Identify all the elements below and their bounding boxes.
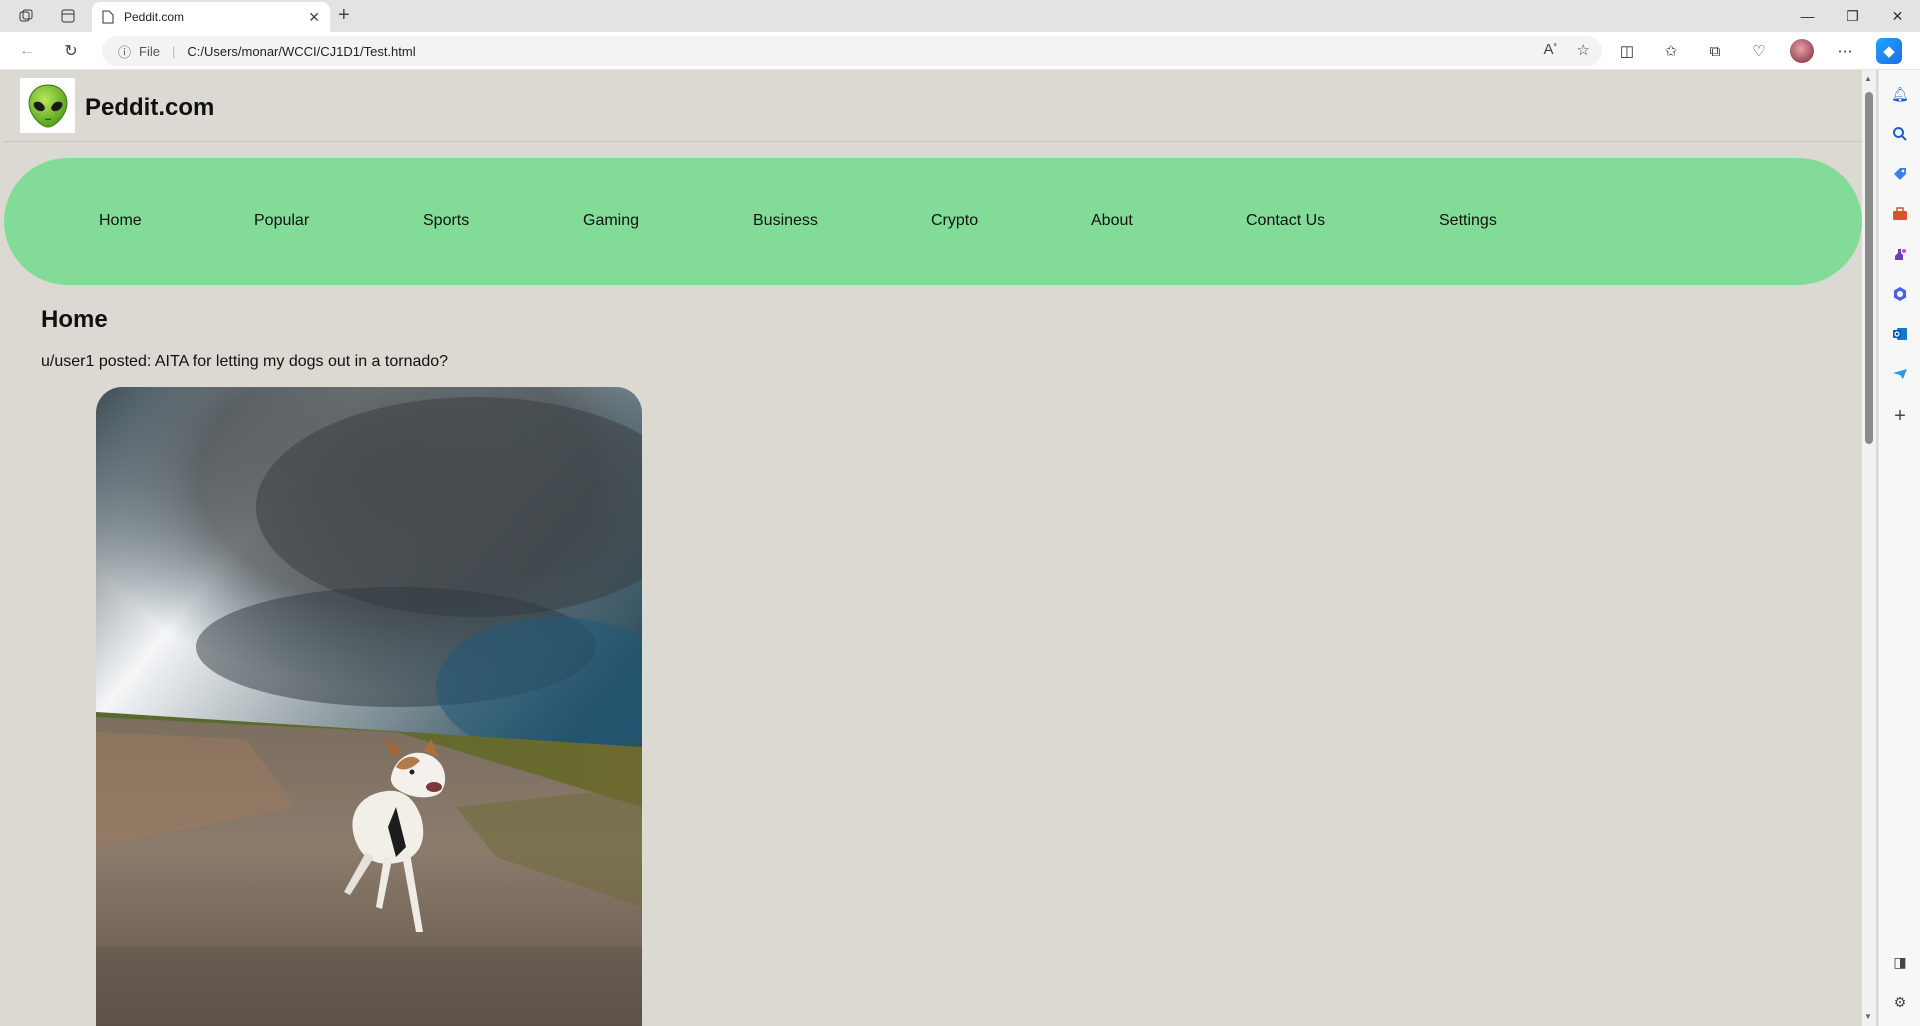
copilot-icon[interactable]: ◆ — [1876, 38, 1902, 64]
split-screen-icon[interactable]: ◫ — [1614, 38, 1640, 64]
info-icon[interactable]: ⓘ — [118, 42, 131, 61]
edge-sidebar: 🔔︎ + ◨ ⚙ — [1878, 70, 1920, 1026]
site-header: Peddit.com — [4, 70, 1862, 142]
page-icon — [102, 10, 114, 24]
menu-item-about[interactable]: About — [1091, 212, 1133, 230]
page-scrollbar[interactable]: ▲ ▼ — [1862, 70, 1876, 1026]
microsoft-365-icon[interactable] — [1888, 282, 1912, 306]
browser-essentials-icon[interactable]: ♡ — [1746, 38, 1772, 64]
scroll-up-icon[interactable]: ▲ — [1864, 74, 1872, 83]
tab-title: Peddit.com — [124, 10, 185, 24]
sidebar-settings-icon[interactable]: ⚙ — [1888, 990, 1912, 1014]
favorites-icon[interactable]: ✩ — [1658, 38, 1684, 64]
search-icon[interactable] — [1888, 122, 1912, 146]
scrollbar-thumb[interactable] — [1865, 92, 1873, 444]
page-heading: Home — [41, 306, 108, 333]
tools-icon[interactable] — [1888, 202, 1912, 226]
tab-peddit[interactable]: Peddit.com ✕ — [92, 2, 330, 32]
menu-item-gaming[interactable]: Gaming — [583, 212, 639, 230]
post-image[interactable] — [96, 387, 642, 1026]
close-tab-icon[interactable]: ✕ — [308, 9, 320, 26]
dog-storm-photo — [96, 387, 642, 1026]
site-title: Peddit.com — [85, 94, 215, 121]
main-menu: Home Popular Sports Gaming Business Cryp… — [4, 158, 1862, 285]
menu-item-business[interactable]: Business — [753, 212, 818, 230]
address-separator: | — [171, 43, 176, 59]
tab-actions-icon[interactable] — [56, 4, 80, 28]
menu-item-popular[interactable]: Popular — [254, 212, 309, 230]
restore-icon[interactable]: ❐ — [1830, 0, 1875, 32]
add-sidebar-app-icon[interactable]: + — [1888, 404, 1912, 428]
menu-item-crypto[interactable]: Crypto — [931, 212, 978, 230]
workspaces-icon[interactable] — [14, 4, 38, 28]
menu-item-sports[interactable]: Sports — [423, 212, 469, 230]
profile-avatar[interactable] — [1790, 39, 1814, 63]
menu-item-home[interactable]: Home — [99, 212, 142, 230]
navigation-bar: ← ↻ ⓘ File | C:/Users/monar/WCCI/CJ1D1/T… — [0, 32, 1920, 70]
page-viewport: Peddit.com Home Popular Sports Gaming Bu… — [4, 70, 1862, 1026]
minimize-icon[interactable]: — — [1785, 0, 1830, 32]
hide-sidebar-icon[interactable]: ◨ — [1888, 950, 1912, 974]
shopping-tag-icon[interactable] — [1888, 162, 1912, 186]
favorite-star-icon[interactable]: ☆ — [1577, 41, 1590, 59]
menu-item-contact[interactable]: Contact Us — [1246, 212, 1325, 230]
games-icon[interactable] — [1888, 242, 1912, 266]
window-controls: — ❐ ✕ — [1785, 0, 1920, 32]
more-options-icon[interactable]: ⋯ — [1832, 38, 1858, 64]
tab-strip: Peddit.com ✕ + — ❐ ✕ — [0, 0, 1920, 32]
post-text: u/user1 posted: AITA for letting my dogs… — [41, 353, 449, 370]
address-bar[interactable]: ⓘ File | C:/Users/monar/WCCI/CJ1D1/Test.… — [102, 36, 1602, 66]
refresh-icon[interactable]: ↻ — [58, 38, 84, 64]
scroll-down-icon[interactable]: ▼ — [1864, 1012, 1872, 1021]
site-logo[interactable] — [20, 78, 75, 133]
alien-face-icon — [27, 83, 68, 128]
menu-item-settings[interactable]: Settings — [1439, 212, 1497, 230]
new-tab-icon[interactable]: + — [338, 4, 350, 27]
collections-icon[interactable]: ⧉ — [1702, 38, 1728, 64]
read-aloud-icon[interactable]: Aᵃ — [1544, 41, 1557, 59]
drop-icon[interactable] — [1888, 362, 1912, 386]
scheme-label: File — [139, 43, 160, 59]
close-window-icon[interactable]: ✕ — [1875, 0, 1920, 32]
notifications-icon[interactable]: 🔔︎ — [1888, 82, 1912, 106]
outlook-icon[interactable] — [1888, 322, 1912, 346]
back-icon[interactable]: ← — [14, 38, 40, 64]
address-url[interactable]: C:/Users/monar/WCCI/CJ1D1/Test.html — [187, 44, 415, 59]
